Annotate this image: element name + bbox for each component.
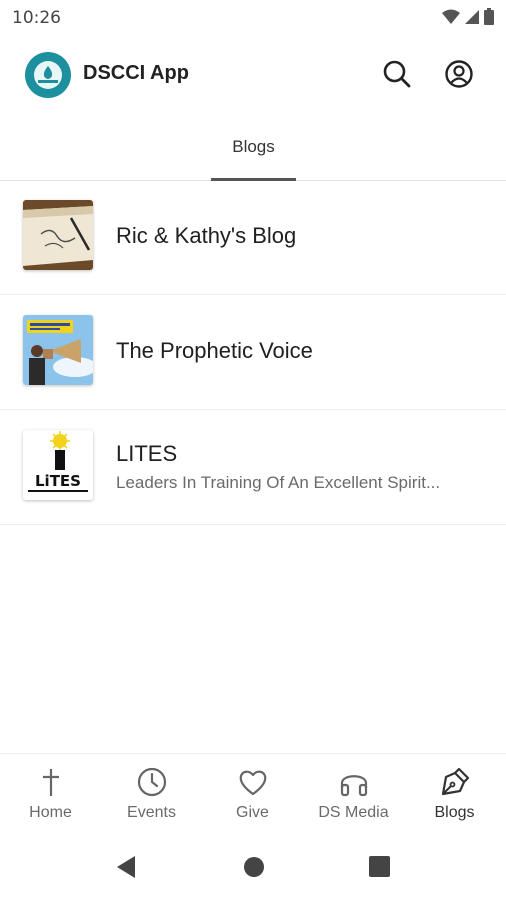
blog-title: Ric & Kathy's Blog <box>116 223 297 248</box>
nav-home[interactable]: Home <box>0 754 101 834</box>
nav-label: Events <box>127 804 176 821</box>
nav-events[interactable]: Events <box>101 754 202 834</box>
status-time: 10:26 <box>12 8 61 28</box>
lites-logo-thumbnail: LiTES <box>23 430 93 500</box>
heart-icon <box>239 770 267 796</box>
list-item[interactable]: The Prophetic Voice <box>0 295 506 410</box>
system-nav-bar <box>0 833 506 900</box>
status-icons <box>442 8 494 25</box>
recents-square-icon[interactable] <box>369 856 390 877</box>
lites-logo-text: LiTES <box>35 472 81 490</box>
cell-signal-icon <box>465 9 479 24</box>
list-item[interactable]: Ric & Kathy's Blog <box>0 180 506 295</box>
megaphone-thumbnail <box>23 315 93 385</box>
cross-icon <box>43 769 59 796</box>
home-circle-icon[interactable] <box>243 856 265 878</box>
account-button[interactable] <box>442 57 476 91</box>
search-icon <box>383 60 411 88</box>
app-title: DSCCI App <box>83 62 189 84</box>
blog-list: Ric & Kathy's Blog The Prophetic Voice L… <box>0 180 506 525</box>
clock-icon <box>137 767 167 797</box>
blog-subtitle: Leaders In Training Of An Excellent Spir… <box>116 473 441 492</box>
wifi-icon <box>442 9 460 24</box>
back-icon[interactable] <box>115 855 137 879</box>
nav-label: DS Media <box>318 804 389 821</box>
app-bar: DSCCI App <box>0 44 506 104</box>
nav-label: Give <box>236 804 269 821</box>
nav-ds-media[interactable]: DS Media <box>303 754 404 834</box>
account-icon <box>445 60 473 88</box>
tab-label: Blogs <box>232 137 275 156</box>
list-item[interactable]: LiTES LITES Leaders In Training Of An Ex… <box>0 410 506 525</box>
bottom-nav: Home Events Give DS Media Blogs <box>0 753 506 834</box>
battery-icon <box>484 8 494 25</box>
status-bar: 10:26 <box>0 0 506 34</box>
search-button[interactable] <box>380 57 414 91</box>
notebook-thumbnail <box>23 200 93 270</box>
blog-title: The Prophetic Voice <box>116 338 313 363</box>
tab-blogs[interactable]: Blogs <box>211 125 296 181</box>
pen-nib-icon <box>441 767 470 796</box>
nav-give[interactable]: Give <box>202 754 303 834</box>
headphones-icon <box>340 775 368 797</box>
nav-blogs[interactable]: Blogs <box>404 754 505 834</box>
app-logo <box>25 52 71 98</box>
blog-title: LITES <box>116 441 178 466</box>
nav-label: Home <box>29 804 72 821</box>
tab-bar: Blogs <box>0 125 506 181</box>
nav-label: Blogs <box>434 804 475 821</box>
